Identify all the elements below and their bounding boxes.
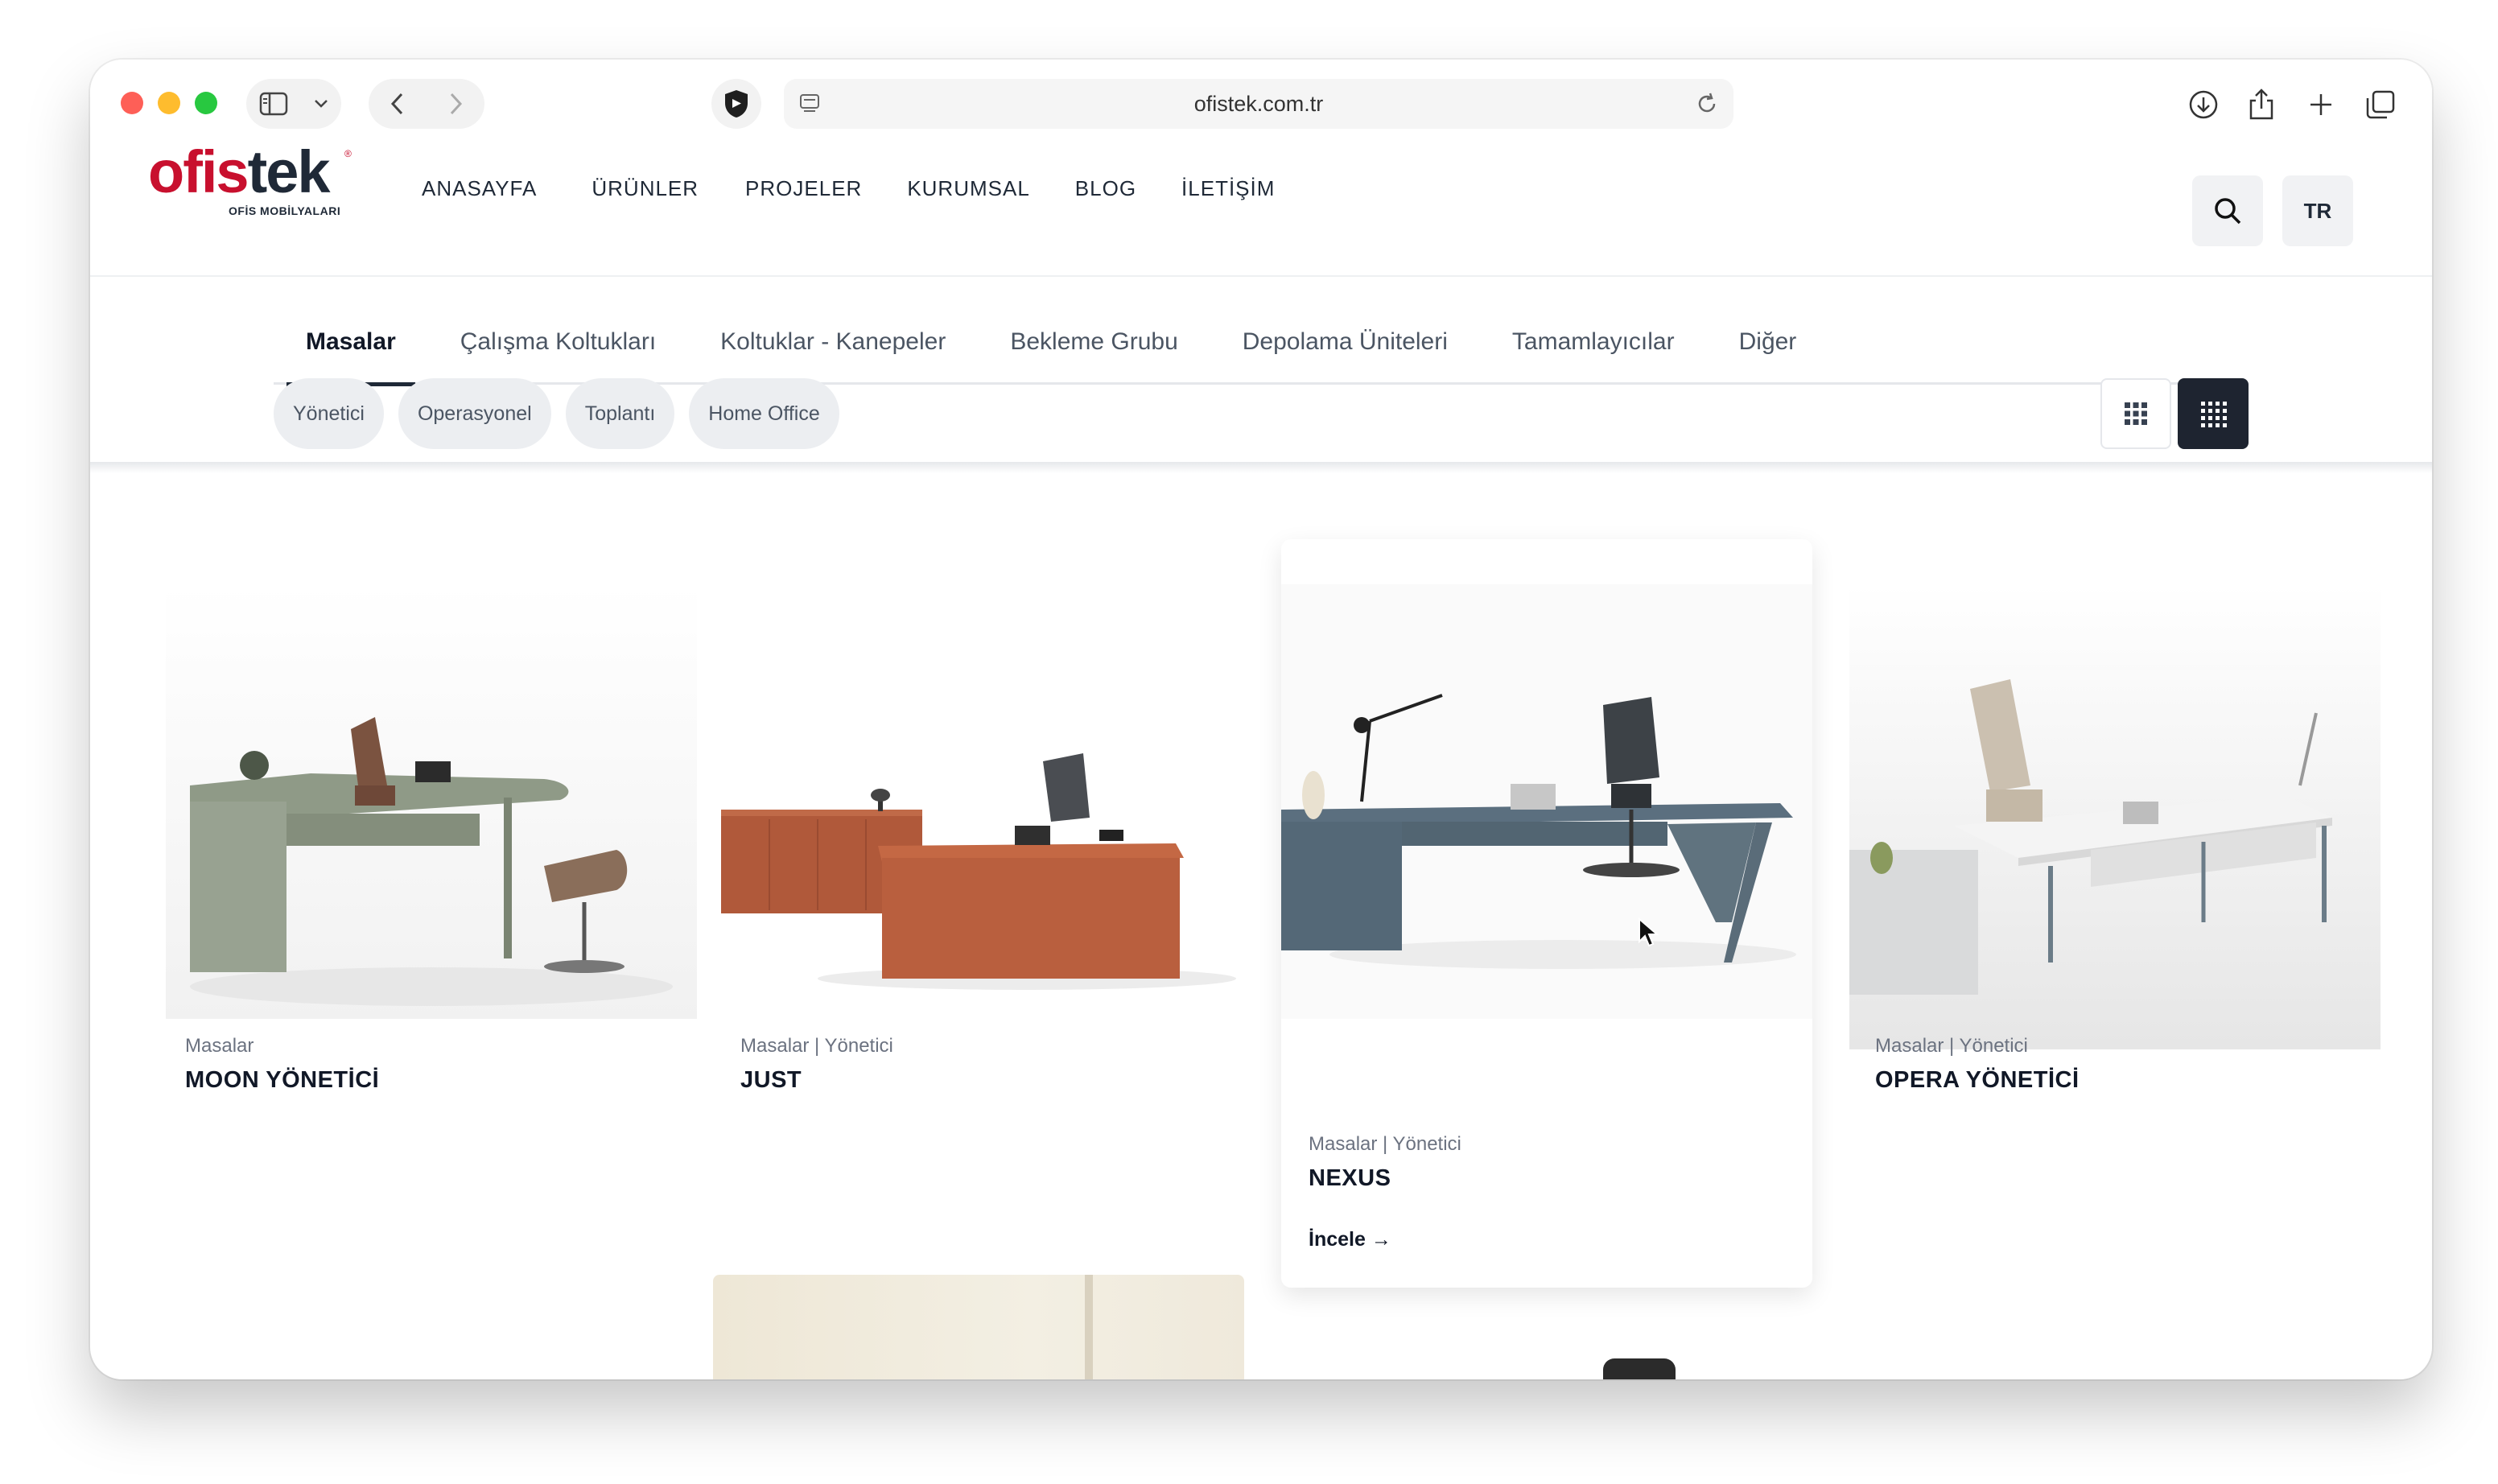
forward-icon[interactable] (447, 91, 464, 117)
logo-text-a: ofis (148, 138, 249, 205)
address-bar[interactable]: ofistek.com.tr (784, 79, 1733, 129)
product-category: Masalar | Yönetici (1309, 1133, 1461, 1155)
share-icon (2249, 89, 2273, 120)
product-image-partial (1603, 1358, 1676, 1379)
product-title: NEXUS (1309, 1165, 1391, 1191)
logo-wordmark: ofistek (148, 142, 349, 202)
sidebar-toggle[interactable] (246, 79, 341, 129)
tab-masalar[interactable]: Masalar (286, 301, 415, 386)
filter-bar-shadow (90, 462, 2432, 473)
desk-illustration (1849, 584, 2381, 1049)
product-card-partial[interactable] (713, 1275, 1244, 1379)
new-tab-button[interactable] (2300, 84, 2342, 126)
tab-depolama-uniteleri[interactable]: Depolama Üniteleri (1243, 301, 1448, 385)
product-card-nexus[interactable]: Masalar | Yönetici NEXUS İncele → (1281, 539, 1812, 1288)
tab-tamamlayicilar[interactable]: Tamamlayıcılar (1512, 301, 1675, 385)
nav-item-projeler[interactable]: PROJELER (745, 176, 862, 201)
tab-label: Depolama Üniteleri (1242, 328, 1448, 355)
privacy-shield-button[interactable] (711, 79, 761, 129)
product-category: Masalar | Yönetici (1875, 1035, 2028, 1057)
filter-chips: Yönetici Operasyonel Toplantı Home Offic… (274, 378, 839, 449)
search-button[interactable] (2192, 175, 2263, 246)
chip-home-office[interactable]: Home Office (689, 378, 839, 449)
tab-label: Diğer (1738, 328, 1797, 355)
sidebar-icon (259, 92, 287, 116)
history-nav (369, 79, 484, 129)
download-icon (2189, 90, 2218, 119)
product-image-detail (1085, 1275, 1093, 1379)
product-title: OPERA YÖNETİCİ (1875, 1067, 2080, 1093)
url-text: ofistek.com.tr (1193, 91, 1324, 116)
tab-label: Çalışma Koltukları (460, 328, 657, 355)
tabs-icon (2366, 90, 2395, 119)
desk-illustration (713, 584, 1244, 1019)
product-card-moon[interactable]: Masalar MOON YÖNETİCİ (166, 584, 697, 1212)
browser-window: ofistek.com.tr ofistek ® OFİS MOBİLYALAR… (90, 60, 2432, 1379)
downloads-button[interactable] (2183, 84, 2224, 126)
tab-diger[interactable]: Diğer (1739, 301, 1797, 385)
main-nav: ANASAYFA ÜRÜNLER PROJELER KURUMSAL BLOG … (422, 172, 1329, 204)
category-tabs: Masalar Çalışma Koltukları Koltuklar - K… (274, 301, 2247, 386)
product-more-link[interactable]: İncele → (1309, 1228, 1391, 1251)
plus-icon (2310, 94, 2331, 115)
nav-item-blog[interactable]: BLOG (1075, 176, 1136, 201)
grid-3x3-icon (2125, 402, 2147, 425)
chip-yonetici[interactable]: Yönetici (274, 378, 384, 449)
browser-toolbar: ofistek.com.tr (90, 60, 2432, 148)
product-image (1849, 584, 2381, 1049)
nav-item-urunler[interactable]: ÜRÜNLER (592, 176, 699, 201)
product-title: JUST (740, 1067, 802, 1093)
product-image (713, 584, 1244, 1019)
product-category: Masalar (185, 1035, 254, 1057)
site-logo[interactable]: ofistek ® OFİS MOBİLYALARI (148, 142, 352, 221)
tab-label: Masalar (306, 328, 396, 355)
product-category: Masalar | Yönetici (740, 1035, 893, 1057)
language-button[interactable]: TR (2282, 175, 2353, 246)
page-menu-icon[interactable] (798, 93, 821, 115)
search-icon (2215, 198, 2241, 225)
tab-label: Koltuklar - Kanepeler (720, 328, 946, 355)
back-icon[interactable] (389, 91, 406, 117)
product-card-opera[interactable]: Masalar | Yönetici OPERA YÖNETİCİ (1849, 584, 2381, 1212)
close-window-button[interactable] (121, 92, 143, 114)
tab-koltuklar-kanepeler[interactable]: Koltuklar - Kanepeler (720, 301, 946, 385)
minimize-window-button[interactable] (158, 92, 180, 114)
tab-overview-button[interactable] (2360, 84, 2401, 126)
nav-item-kurumsal[interactable]: KURUMSAL (907, 176, 1029, 201)
product-image (166, 584, 697, 1019)
tab-bekleme-grubu[interactable]: Bekleme Grubu (1010, 301, 1177, 385)
logo-registered-mark: ® (344, 148, 352, 159)
desk-illustration (166, 584, 697, 1019)
tab-label: Tamamlayıcılar (1511, 328, 1675, 355)
logo-subtitle: OFİS MOBİLYALARI (229, 204, 341, 217)
tab-calisma-koltuklari[interactable]: Çalışma Koltukları (460, 301, 656, 385)
chip-toplanti[interactable]: Toplantı (565, 378, 675, 449)
shield-icon (725, 90, 748, 117)
product-card-just[interactable]: Masalar | Yönetici JUST (713, 584, 1244, 1212)
logo-text-b: tek (247, 138, 331, 205)
product-title: MOON YÖNETİCİ (185, 1067, 380, 1093)
grid-4x4-icon (2201, 402, 2227, 427)
desk-illustration (1281, 584, 1812, 1019)
mouse-cursor-icon (1639, 917, 1659, 947)
header-divider (90, 275, 2432, 277)
tab-label: Bekleme Grubu (1010, 328, 1178, 355)
share-button[interactable] (2240, 84, 2282, 126)
product-image (1281, 584, 1812, 1019)
grid-view-large-button[interactable] (2100, 378, 2171, 449)
chip-operasyonel[interactable]: Operasyonel (398, 378, 551, 449)
nav-item-anasayfa[interactable]: ANASAYFA (422, 176, 537, 201)
nav-item-iletisim[interactable]: İLETİŞİM (1181, 176, 1275, 201)
chevron-down-icon (314, 100, 328, 108)
grid-view-small-button[interactable] (2178, 378, 2249, 449)
zoom-window-button[interactable] (195, 92, 217, 114)
reload-icon[interactable] (1695, 92, 1719, 116)
